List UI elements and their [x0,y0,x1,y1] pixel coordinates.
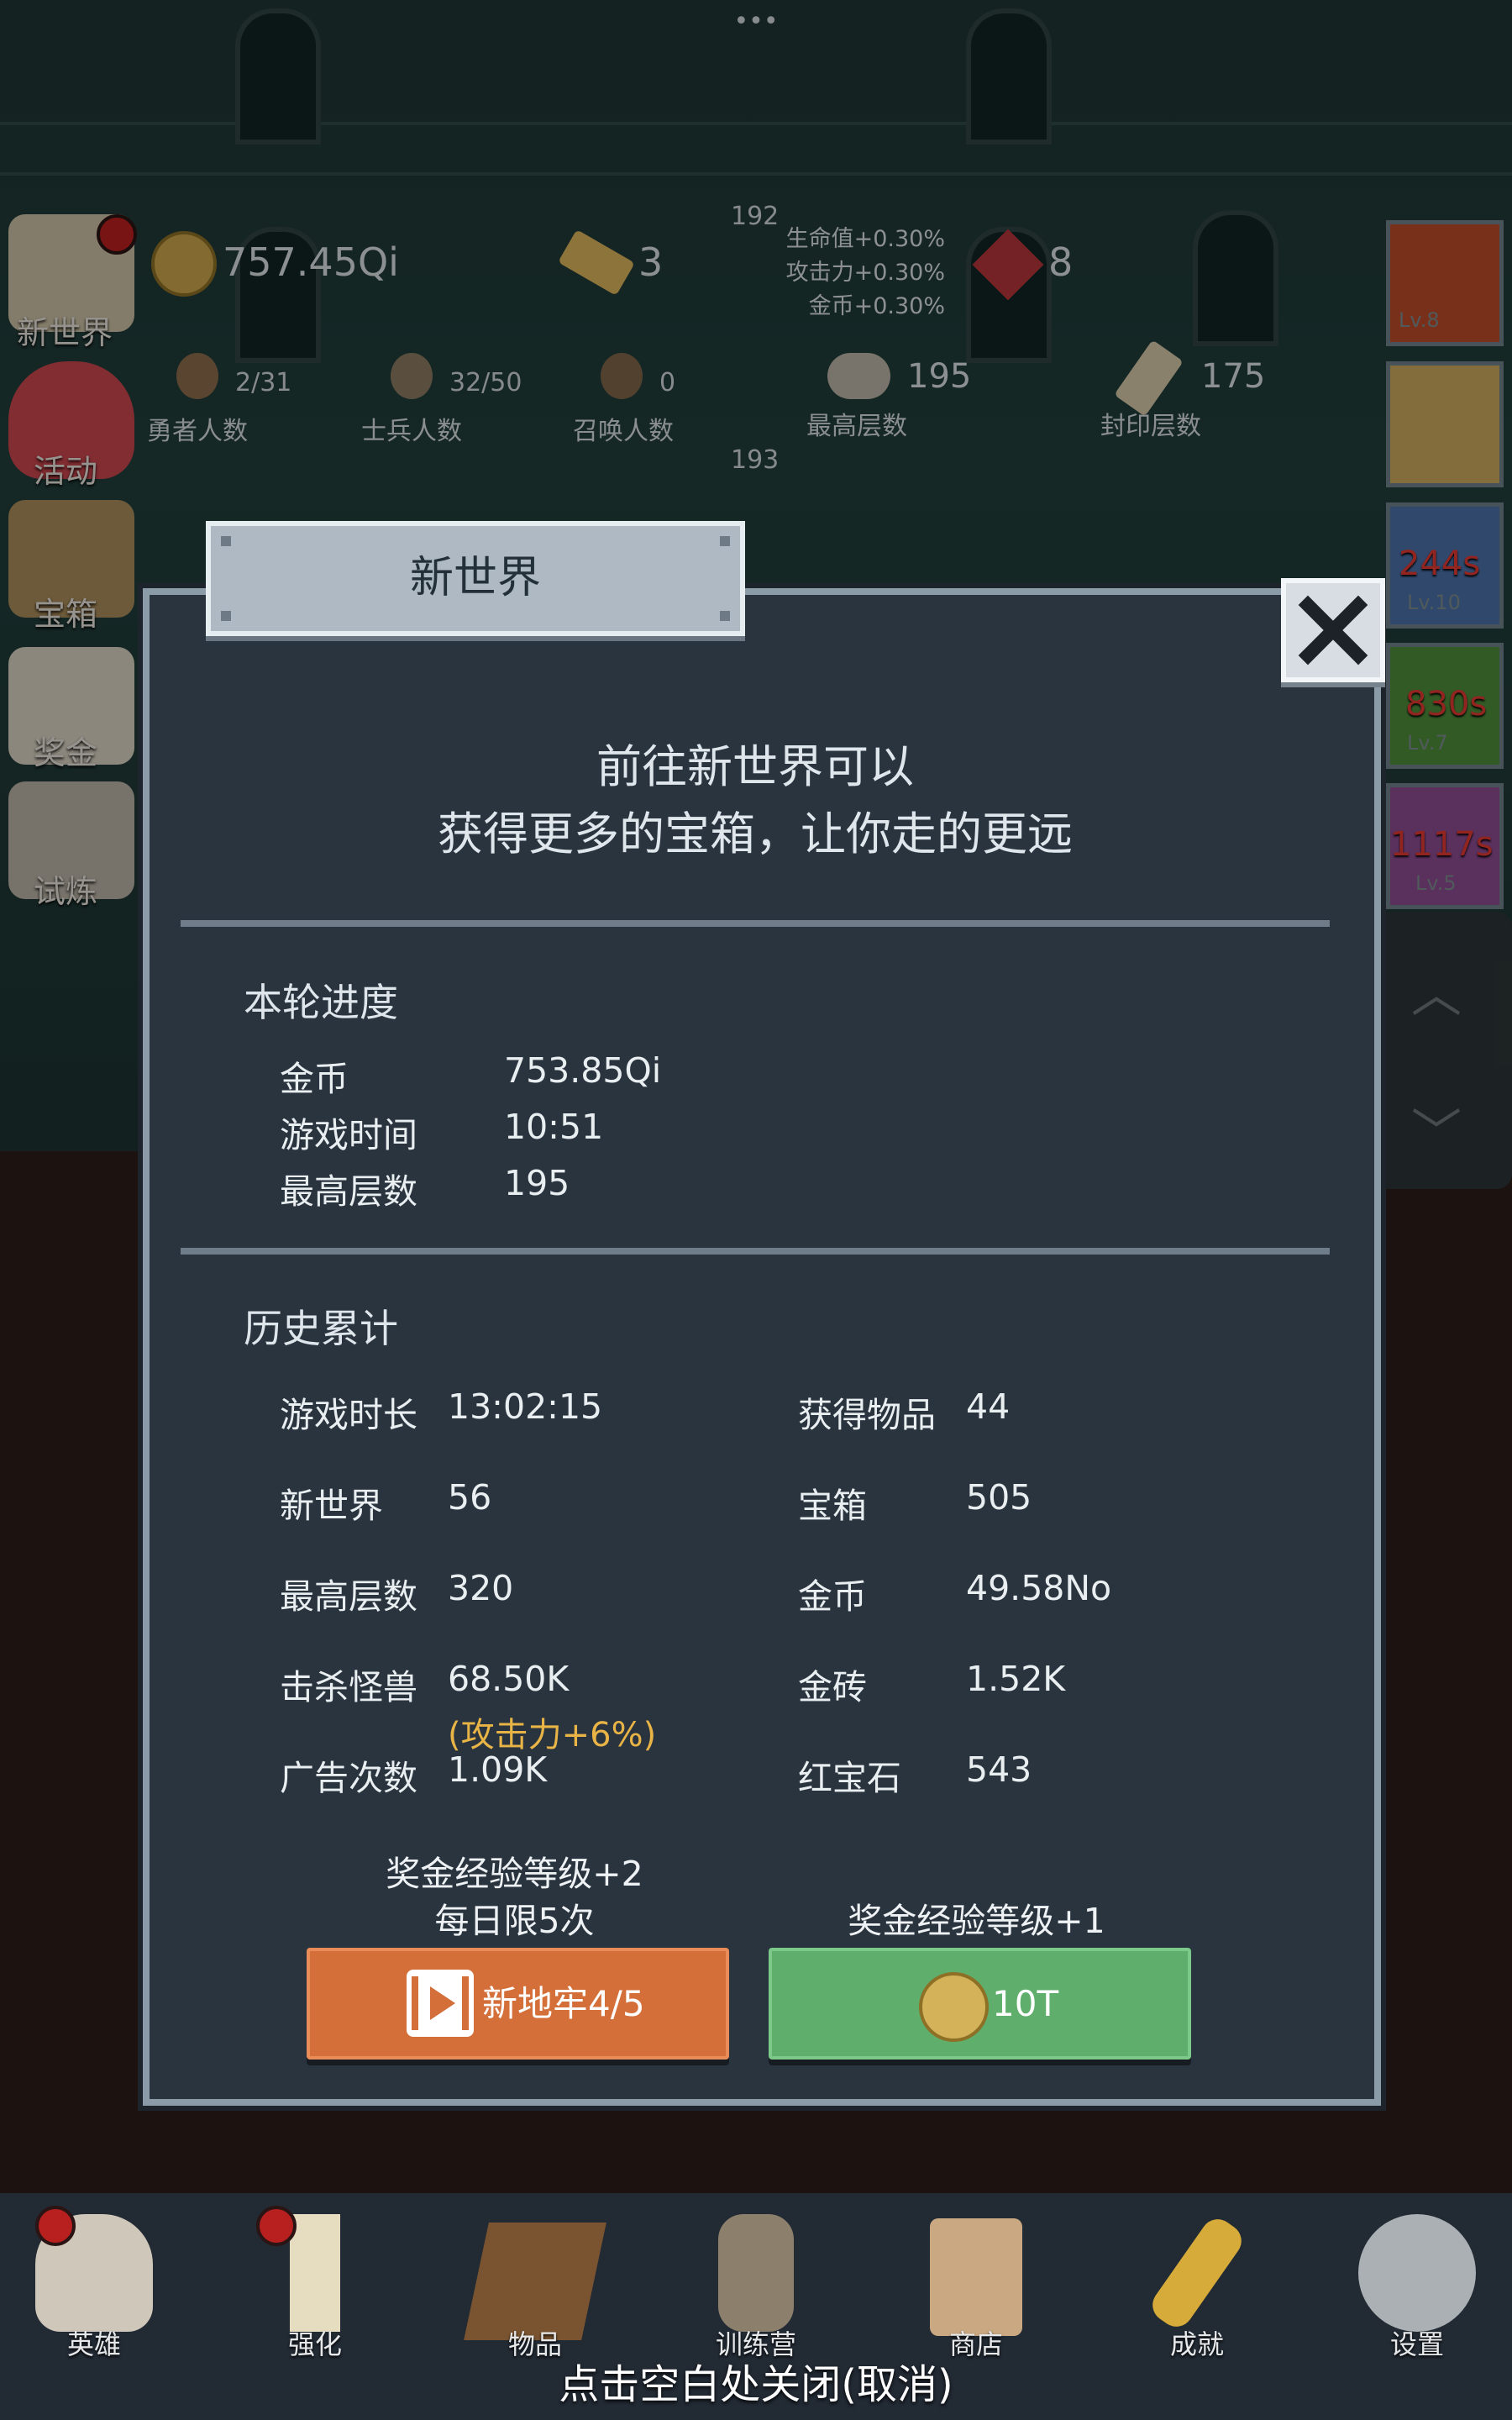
nav-tab-settings[interactable]: 设置 [1333,2197,1501,2374]
watch-ad-new-dungeon-button[interactable]: 新地牢4/5 [307,1948,729,2060]
close-button[interactable] [1281,578,1385,682]
history-kills-value: 68.50K [448,1659,570,1699]
key-icon [1146,2212,1248,2333]
tap-to-close-hint[interactable]: 点击空白处关闭(取消) [0,2351,1512,2410]
history-title: 历史累计 [244,1306,398,1351]
history-newworld-value: 56 [448,1477,492,1518]
history-floor-value: 320 [448,1568,514,1608]
round-floor-label: 最高层数 [280,1171,417,1212]
intro-line-2: 获得更多的宝箱，让你走的更远 [438,808,1073,860]
gold-coin-icon [919,1972,989,2042]
history-items-value: 44 [966,1386,1011,1427]
history-kills-label: 击杀怪兽 [280,1667,417,1707]
history-newworld-label: 新世界 [280,1486,383,1526]
coin-reward-caption: 奖金经验等级+1 [848,1901,1105,1941]
nav-tab-heroes[interactable]: 英雄 [10,2197,178,2374]
nav-tab-achievements[interactable]: 成就 [1113,2197,1281,2374]
round-floor-value: 195 [504,1163,570,1203]
book-icon [464,2223,606,2340]
history-ruby-label: 红宝石 [798,1758,901,1798]
dialog-title: 新世界 [409,553,541,603]
history-playtime-label: 游戏时长 [280,1395,417,1435]
history-floor-label: 最高层数 [280,1576,417,1617]
coin-new-world-button[interactable]: 10T [769,1948,1191,2060]
history-chest-label: 宝箱 [798,1486,867,1526]
history-chest-value: 505 [966,1477,1032,1518]
gear-icon [1358,2214,1476,2332]
nav-tab-training[interactable]: 训练营 [672,2197,840,2374]
notification-dot [256,2206,297,2246]
mug-icon [930,2218,1022,2336]
history-gold-label: 金币 [798,1576,867,1617]
history-playtime-value: 13:02:15 [448,1386,603,1427]
history-goldbar-value: 1.52K [966,1659,1066,1699]
round-gold-value: 753.85Qi [504,1050,662,1091]
ad-limit-caption: 每日限5次 [434,1901,595,1941]
history-ruby-value: 543 [966,1749,1032,1790]
video-play-icon [407,1970,474,2037]
nav-tab-upgrade[interactable]: 强化 [231,2197,399,2374]
history-gold-value: 49.58No [966,1568,1112,1608]
round-time-value: 10:51 [504,1107,604,1147]
nav-tab-items[interactable]: 物品 [451,2197,619,2374]
round-progress-title: 本轮进度 [244,980,398,1025]
notification-dot [35,2206,76,2246]
nav-tab-shop[interactable]: 商店 [892,2197,1060,2374]
candle-icon [290,2214,340,2332]
ad-reward-caption: 奖金经验等级+2 [386,1854,643,1894]
history-ads-label: 广告次数 [280,1758,417,1798]
section-divider [181,920,1330,927]
round-time-label: 游戏时间 [280,1115,417,1155]
coin-button-label: 10T [992,1983,1059,2024]
intro-line-1: 前往新世界可以 [596,740,914,793]
round-gold-label: 金币 [280,1059,349,1099]
history-items-label: 获得物品 [798,1395,936,1435]
history-ads-value: 1.09K [448,1749,548,1790]
history-goldbar-label: 金砖 [798,1667,867,1707]
section-divider [181,1248,1330,1255]
ad-button-label: 新地牢4/5 [482,1983,645,2024]
close-icon [1298,595,1368,666]
lantern-icon [718,2214,794,2332]
